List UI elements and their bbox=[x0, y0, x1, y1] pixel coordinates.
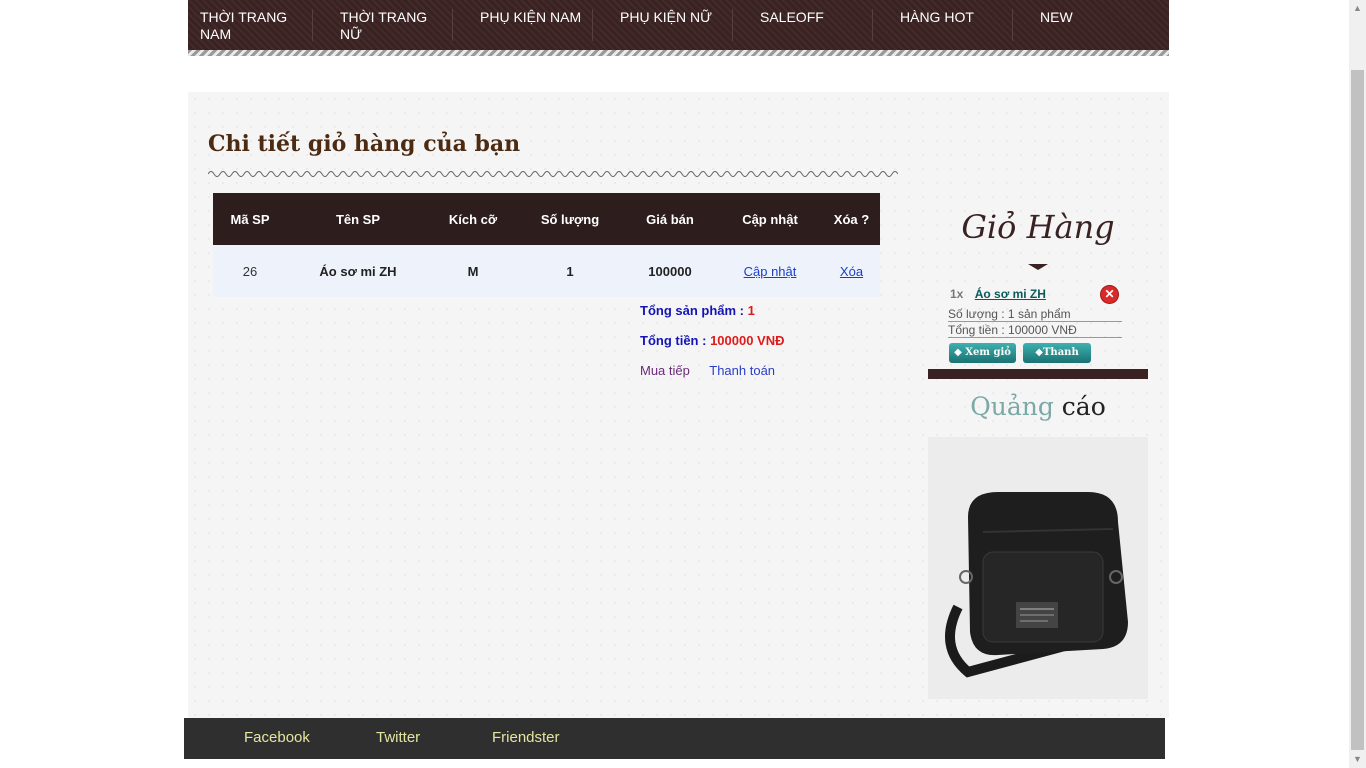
nav-item-women[interactable]: THỜI TRANG NỮ bbox=[328, 9, 453, 42]
sidebar-qty-line: Số lượng : 1 sản phẩm bbox=[948, 307, 1122, 322]
col-header: Mã SP bbox=[213, 193, 287, 245]
total-price-summary: Tổng tiền : 100000 VNĐ bbox=[640, 333, 785, 348]
nav-item-women-accessories[interactable]: PHỤ KIỆN NỮ bbox=[608, 9, 733, 41]
scrollbar-thumb[interactable] bbox=[1351, 70, 1364, 750]
cell-product-name: Áo sơ mi ZH bbox=[287, 245, 429, 297]
nav-label: THỜI TRANG NAM bbox=[200, 9, 288, 42]
sidebar-cart-item: 1x Áo sơ mi ZH bbox=[950, 287, 1046, 301]
ad-title-part1: Quảng bbox=[970, 392, 1054, 421]
sidebar-divider bbox=[928, 369, 1148, 379]
sidebar-total-line: Tổng tiền : 100000 VNĐ bbox=[948, 323, 1122, 338]
view-cart-button[interactable]: ◆ Xem giỏ bbox=[949, 343, 1016, 363]
caret-down-icon bbox=[1028, 264, 1048, 270]
col-header: Xóa ? bbox=[823, 193, 880, 245]
col-header: Giá bán bbox=[623, 193, 717, 245]
cell-size: M bbox=[429, 245, 517, 297]
table-row: 26 Áo sơ mi ZH M 1 100000 Cập nhật Xóa bbox=[213, 245, 880, 297]
footer-link-friendster[interactable]: Friendster bbox=[492, 729, 560, 746]
sidebar-checkout-button[interactable]: ◆Thanh toán bbox=[1023, 343, 1091, 378]
delete-link[interactable]: Xóa bbox=[840, 264, 863, 279]
cell-price: 100000 bbox=[623, 245, 717, 297]
play-icon: ◆ bbox=[1035, 347, 1043, 358]
total-products-label: Tổng sản phẩm : bbox=[640, 303, 744, 318]
cell-delete: Xóa bbox=[823, 245, 880, 297]
nav-item-saleoff[interactable]: SALEOFF bbox=[748, 9, 873, 41]
ad-bag-image[interactable] bbox=[928, 437, 1148, 699]
nav-label: THỜI TRANG NỮ bbox=[340, 9, 428, 42]
title-divider bbox=[208, 171, 898, 177]
nav-label: NEW bbox=[1040, 9, 1073, 25]
nav-label: SALEOFF bbox=[760, 9, 824, 25]
col-header: Số lượng bbox=[517, 193, 623, 245]
footer-link-twitter[interactable]: Twitter bbox=[376, 729, 420, 746]
col-header: Tên SP bbox=[287, 193, 429, 245]
sidebar-item-link[interactable]: Áo sơ mi ZH bbox=[975, 287, 1046, 301]
total-products-value: 1 bbox=[747, 303, 755, 318]
cell-product-id: 26 bbox=[213, 245, 287, 297]
bag-illustration bbox=[928, 437, 1148, 699]
nav-item-men[interactable]: THỜI TRANG NAM bbox=[188, 9, 313, 42]
nav-label: HÀNG HOT bbox=[900, 9, 974, 25]
page-title: Chi tiết giỏ hàng của bạn bbox=[208, 131, 521, 157]
table-header-row: Mã SP Tên SP Kích cỡ Số lượng Giá bán Cậ… bbox=[213, 193, 880, 245]
continue-shopping-link[interactable]: Mua tiếp bbox=[640, 363, 690, 378]
cart-actions: Mua tiếp Thanh toán bbox=[640, 363, 791, 378]
checkout-link[interactable]: Thanh toán bbox=[709, 363, 775, 378]
footer-link-facebook[interactable]: Facebook bbox=[244, 729, 310, 746]
col-header: Cập nhật bbox=[717, 193, 823, 245]
cell-quantity: 1 bbox=[517, 245, 623, 297]
ad-title-part2: cáo bbox=[1061, 392, 1106, 421]
nav-label: PHỤ KIỆN NAM bbox=[480, 9, 582, 25]
nav-label: PHỤ KIỆN NỮ bbox=[620, 9, 713, 25]
remove-item-icon[interactable]: ✕ bbox=[1101, 286, 1118, 303]
nav-item-men-accessories[interactable]: PHỤ KIỆN NAM bbox=[468, 9, 593, 41]
total-price-value: 100000 VNĐ bbox=[710, 333, 785, 348]
footer bbox=[184, 718, 1165, 759]
cart-table: Mã SP Tên SP Kích cỡ Số lượng Giá bán Cậ… bbox=[213, 193, 880, 297]
total-price-label: Tổng tiền : bbox=[640, 333, 707, 348]
total-products-summary: Tổng sản phẩm : 1 bbox=[640, 303, 755, 318]
ad-title: Quảng cáo bbox=[928, 392, 1148, 421]
top-nav-edge bbox=[188, 50, 1169, 56]
nav-item-new[interactable]: NEW bbox=[1028, 9, 1152, 41]
sidebar-item-qty: 1x bbox=[950, 287, 964, 301]
scroll-down-icon[interactable]: ▼ bbox=[1349, 751, 1366, 768]
play-icon: ◆ bbox=[954, 347, 962, 358]
update-link[interactable]: Cập nhật bbox=[744, 264, 797, 279]
view-cart-label: Xem giỏ bbox=[965, 347, 1011, 358]
nav-item-hot[interactable]: HÀNG HOT bbox=[888, 9, 1013, 41]
col-header: Kích cỡ bbox=[429, 193, 517, 245]
sidebar-cart-title: Giỏ Hàng bbox=[961, 208, 1115, 246]
cell-update: Cập nhật bbox=[717, 245, 823, 297]
scroll-up-icon[interactable]: ▲ bbox=[1349, 0, 1366, 17]
